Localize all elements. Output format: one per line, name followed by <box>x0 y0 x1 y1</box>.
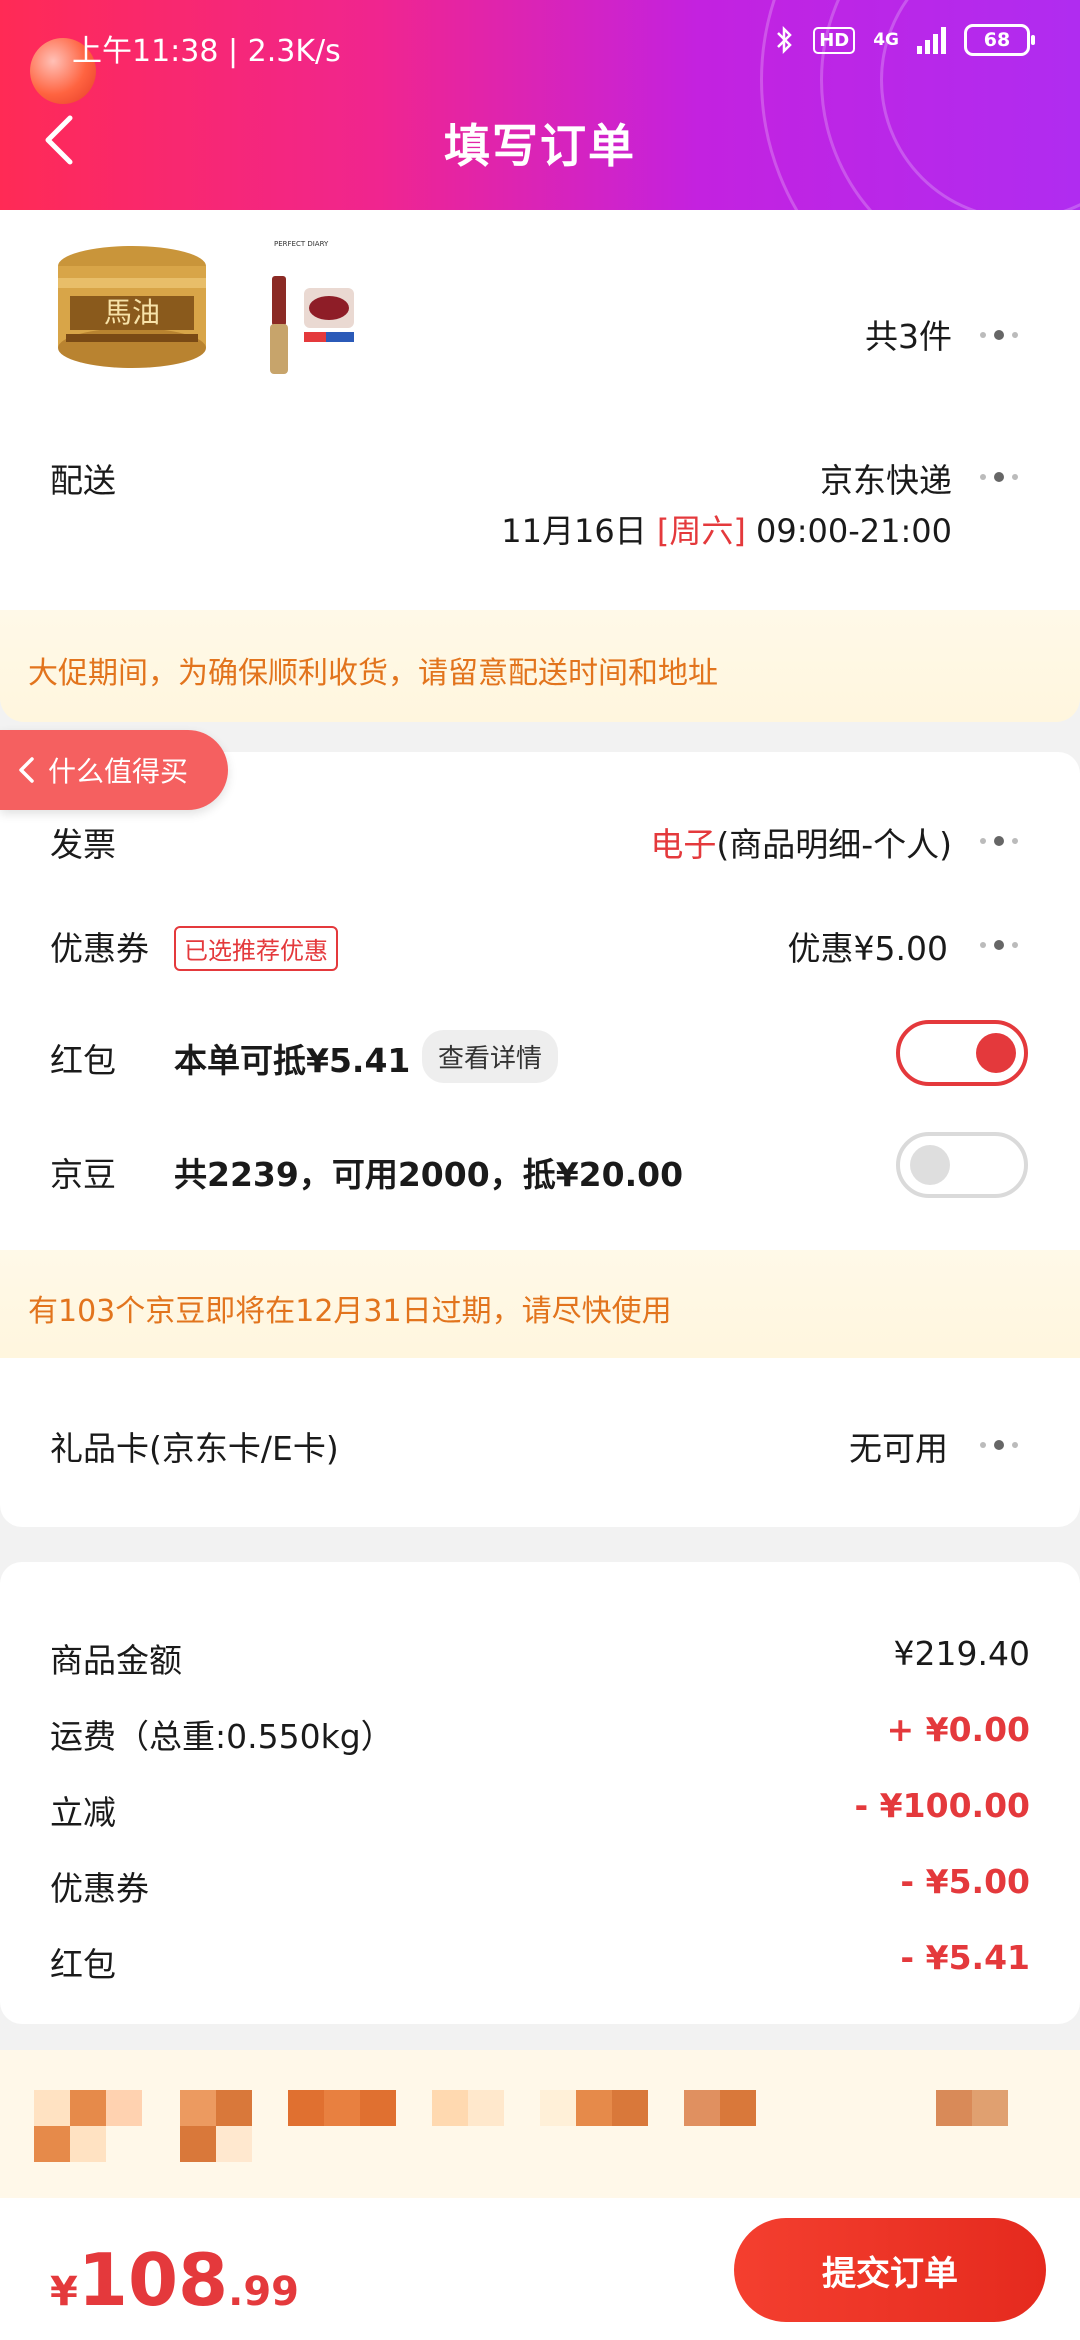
total-currency: ¥ <box>50 2269 78 2315</box>
product-brand-label: PERFECT DIARY <box>274 240 329 248</box>
product-lipgloss-image: PERFECT DIARY <box>264 240 354 374</box>
summary-label: 立减 <box>50 1793 116 1832</box>
more-dots-icon[interactable] <box>980 330 1018 340</box>
goods-row[interactable]: 馬油 PERFECT DIARY 共3件 <box>0 210 1080 400</box>
mosaic-block <box>34 2090 70 2126</box>
delivery-weekday: [周六] <box>656 512 746 550</box>
jingdou-expiry-notice: 有103个京豆即将在12月31日过期，请尽快使用 <box>0 1250 1080 1358</box>
battery-icon: 68 <box>964 24 1035 56</box>
delivery-label: 配送 <box>50 461 116 500</box>
product-cream-jar-image: 馬油 <box>58 246 206 368</box>
status-bar: 上午11:38 | 2.3K/s HD 4G 68 <box>0 22 1080 72</box>
chevron-left-icon <box>19 757 34 783</box>
giftcard-value: 无可用 <box>849 1429 948 1468</box>
redpacket-text: 本单可抵¥5.41 <box>174 1041 411 1080</box>
more-dots-icon[interactable] <box>980 1440 1018 1450</box>
submit-order-button[interactable]: 提交订单 <box>734 2218 1046 2322</box>
mosaic-block <box>34 2126 70 2162</box>
hd-icon: HD <box>813 26 856 54</box>
mosaic-block <box>432 2090 468 2126</box>
jingdou-toggle[interactable] <box>896 1132 1028 1198</box>
jingdou-expiry-text: 有103个京豆即将在12月31日过期，请尽快使用 <box>28 1294 672 1329</box>
pixelated-promo-area <box>0 2050 1080 2200</box>
delivery-date: 11月16日 <box>501 512 647 550</box>
mosaic-block <box>972 2090 1008 2126</box>
more-dots-icon[interactable] <box>980 472 1018 482</box>
total-decimal: .99 <box>228 2269 299 2315</box>
jingdou-label: 京豆 <box>50 1155 116 1194</box>
mosaic-block <box>576 2090 612 2126</box>
mosaic-block <box>216 2090 252 2126</box>
summary-label: 运费（总重:0.550kg） <box>50 1717 394 1756</box>
goods-count: 共3件 <box>865 317 952 356</box>
invoice-type: 电子 <box>650 825 717 864</box>
mosaic-block <box>684 2090 720 2126</box>
summary-value: - ¥100.00 <box>854 1786 1031 1825</box>
total-integer: 108 <box>77 2238 229 2322</box>
invoice-label: 发票 <box>50 825 116 864</box>
coupon-label: 优惠券 <box>50 929 149 968</box>
svg-text:馬油: 馬油 <box>104 296 160 329</box>
header: 上午11:38 | 2.3K/s HD 4G 68 填写订单 <box>0 0 1080 210</box>
summary-label: 红包 <box>50 1945 116 1984</box>
redpacket-toggle[interactable] <box>896 1020 1028 1086</box>
mosaic-block <box>324 2090 360 2126</box>
delivery-carrier: 京东快递 <box>820 461 952 500</box>
toggle-knob <box>976 1033 1016 1073</box>
mosaic-block <box>70 2090 106 2126</box>
payment-options-card: 发票 电子(商品明细-个人) 优惠券 已选推荐优惠 优惠¥5.00 红包 本单可… <box>0 752 1080 1527</box>
delivery-time-range: 09:00-21:00 <box>756 512 952 550</box>
bottom-bar: ¥108.99 提交订单 <box>0 2198 1080 2340</box>
mosaic-block <box>216 2126 252 2162</box>
summary-label: 商品金额 <box>50 1641 182 1680</box>
mosaic-block <box>468 2090 504 2126</box>
summary-value: - ¥5.00 <box>900 1862 1030 1901</box>
total-price: ¥108.99 <box>50 2238 299 2322</box>
summary-label: 优惠券 <box>50 1869 149 1908</box>
page-title: 填写订单 <box>444 119 636 173</box>
signal-icon <box>917 26 946 54</box>
worth-buying-label: 什么值得买 <box>48 755 189 788</box>
mosaic-block <box>288 2090 324 2126</box>
promo-notice-text: 大促期间，为确保顺利收货，请留意配送时间和地址 <box>28 656 718 691</box>
mosaic-block <box>180 2126 216 2162</box>
mosaic-block <box>936 2090 972 2126</box>
more-dots-icon[interactable] <box>980 940 1018 950</box>
mosaic-block <box>612 2090 648 2126</box>
bluetooth-icon <box>777 25 792 55</box>
network-type: 4G <box>873 29 899 50</box>
giftcard-label: 礼品卡(京东卡/E卡) <box>50 1429 339 1468</box>
more-dots-icon[interactable] <box>980 836 1018 846</box>
worth-buying-tab[interactable]: 什么值得买 <box>0 730 228 810</box>
jingdou-text: 共2239，可用2000，抵¥20.00 <box>174 1155 684 1194</box>
promo-notice: 大促期间，为确保顺利收货，请留意配送时间和地址 <box>0 610 1080 722</box>
invoice-value: 电子(商品明细-个人) <box>650 818 952 866</box>
invoice-detail: (商品明细-个人) <box>716 825 952 864</box>
coupon-value: 优惠¥5.00 <box>787 929 948 968</box>
status-time: 上午11:38 | 2.3K/s <box>72 34 341 69</box>
summary-value: - ¥5.41 <box>900 1938 1030 1977</box>
mosaic-block <box>180 2090 216 2126</box>
mosaic-block <box>106 2090 142 2126</box>
mosaic-block <box>360 2090 396 2126</box>
mosaic-block <box>70 2126 106 2162</box>
coupon-tag: 已选推荐优惠 <box>174 926 338 971</box>
mosaic-block <box>540 2090 576 2126</box>
order-goods-card: 馬油 PERFECT DIARY 共3件 配送 京东快递 11月16日 [周六]… <box>0 210 1080 640</box>
redpacket-label: 红包 <box>50 1041 116 1080</box>
summary-value: ¥219.40 <box>893 1634 1030 1673</box>
mosaic-block <box>720 2090 756 2126</box>
toggle-knob <box>910 1145 950 1185</box>
redpacket-details-button[interactable]: 查看详情 <box>422 1030 559 1083</box>
delivery-time: 11月16日 [周六] 09:00-21:00 <box>501 506 952 552</box>
summary-value: + ¥0.00 <box>886 1710 1030 1749</box>
price-summary-card: 商品金额 ¥219.40 运费（总重:0.550kg） + ¥0.00 立减 - ¥100… <box>0 1562 1080 2024</box>
